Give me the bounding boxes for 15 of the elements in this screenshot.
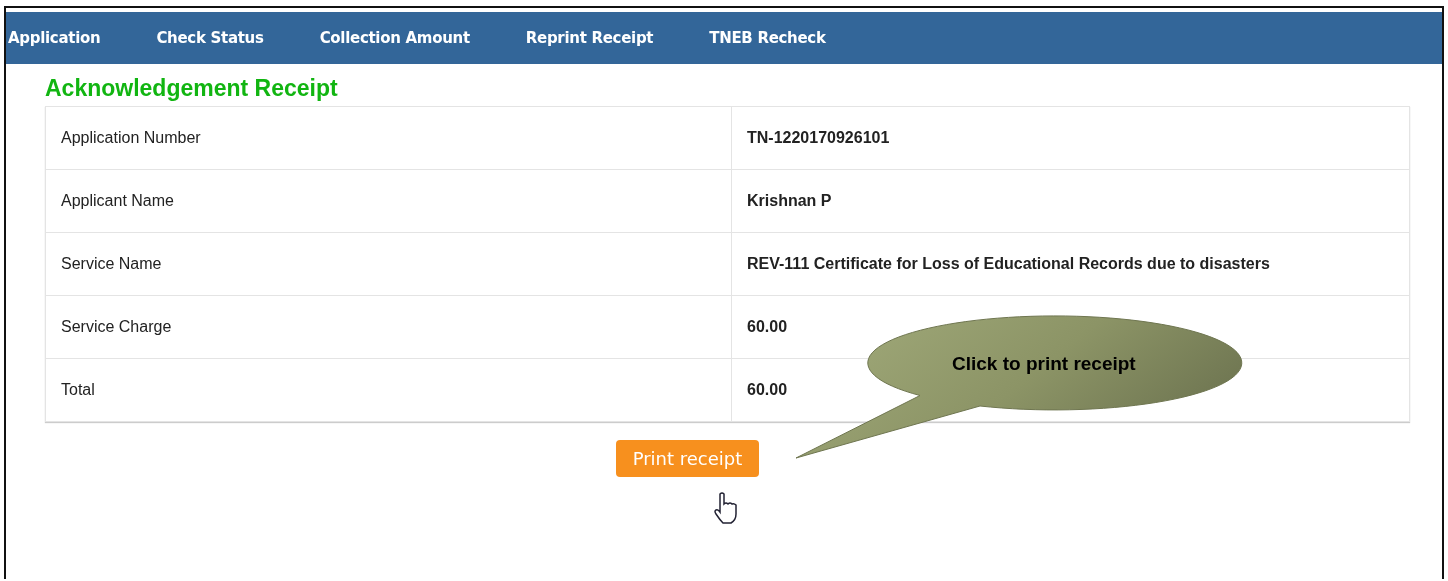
nav-link[interactable]: Check Status xyxy=(156,29,264,47)
table-cell: Krishnan P xyxy=(731,169,1410,233)
nav-link[interactable]: Application xyxy=(8,29,101,47)
nav-link[interactable]: Reprint Receipt xyxy=(525,29,654,47)
table-cell: Service Name xyxy=(45,232,732,296)
table-cell: Total xyxy=(45,358,732,422)
table-cell: REV-111 Certificate for Loss of Educational Records due to disasters xyxy=(731,232,1410,296)
table-cell: Service Charge xyxy=(45,295,732,359)
table-cell: Application Number xyxy=(45,106,732,170)
table-cell: TN-1220170926101 xyxy=(731,106,1410,170)
hand-cursor-icon xyxy=(712,492,738,524)
table-cell: Applicant Name xyxy=(45,169,732,233)
page-heading: Acknowledgement Receipt xyxy=(45,75,339,102)
nav-link[interactable]: TNEB Recheck xyxy=(709,29,826,47)
nav-link[interactable]: Collection Amount xyxy=(319,29,470,47)
